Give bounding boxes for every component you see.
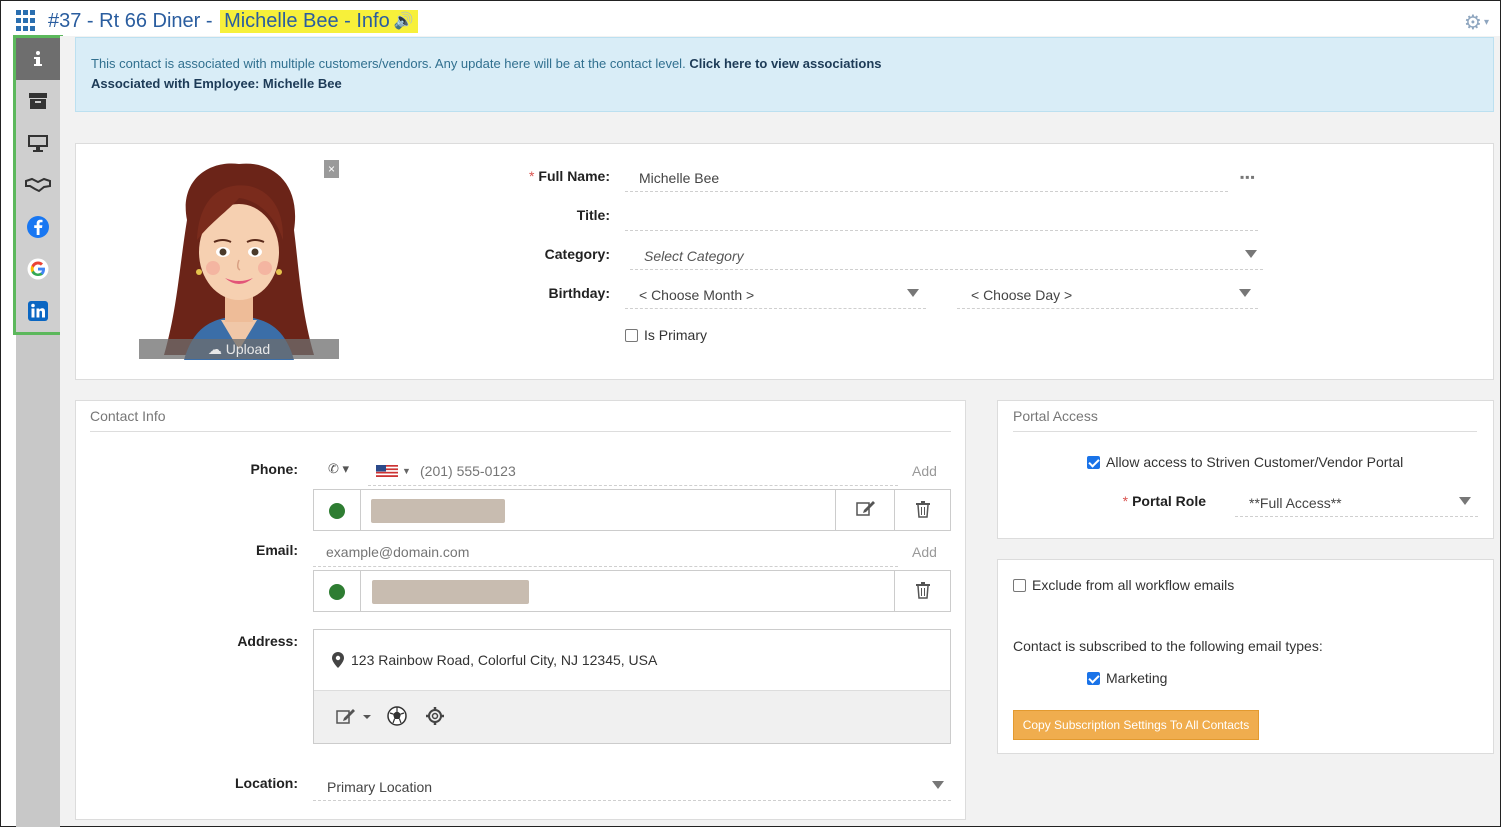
alert-text: This contact is associated with multiple… bbox=[91, 56, 686, 71]
location-dropdown-icon[interactable] bbox=[932, 781, 944, 789]
day-dropdown-icon[interactable] bbox=[1239, 289, 1251, 297]
portal-role-label: * Portal Role bbox=[1100, 493, 1206, 509]
phone-row-divider bbox=[835, 490, 836, 530]
marketing-checkbox[interactable] bbox=[1087, 672, 1100, 685]
rail-item-google[interactable] bbox=[16, 248, 60, 290]
title-field[interactable] bbox=[625, 207, 1258, 231]
exclude-workflow-checkbox[interactable] bbox=[1013, 579, 1026, 592]
full-name-label-text: Full Name: bbox=[538, 168, 610, 184]
facebook-icon bbox=[27, 216, 49, 238]
email-status-dot bbox=[329, 584, 345, 600]
category-select[interactable]: Select Category bbox=[630, 246, 1263, 270]
email-redacted-value bbox=[372, 580, 529, 604]
is-primary-checkbox[interactable] bbox=[625, 329, 638, 342]
category-label: Category: bbox=[544, 246, 610, 262]
handshake-icon bbox=[25, 177, 51, 193]
globe-icon[interactable] bbox=[387, 706, 407, 730]
phone-row-divider bbox=[360, 490, 361, 530]
email-row-divider bbox=[894, 571, 895, 611]
email-input[interactable] bbox=[326, 542, 886, 562]
address-label: Address: bbox=[237, 633, 298, 649]
allow-portal-checkbox[interactable] bbox=[1087, 456, 1100, 469]
add-email-button[interactable]: Add bbox=[912, 544, 937, 560]
edit-icon[interactable] bbox=[856, 499, 876, 521]
address-toolbar bbox=[314, 690, 950, 743]
view-associations-link[interactable]: Click here to view associations bbox=[689, 56, 881, 71]
cloud-upload-icon: ☁ bbox=[207, 341, 222, 357]
association-alert: This contact is associated with multiple… bbox=[75, 37, 1494, 112]
is-primary-label: Is Primary bbox=[644, 327, 707, 343]
portal-role-select[interactable]: **Full Access** bbox=[1235, 493, 1478, 517]
copy-subscription-button[interactable]: Copy Subscription Settings To All Contac… bbox=[1013, 710, 1259, 740]
rail-item-archive[interactable] bbox=[16, 80, 60, 122]
birthday-label: Birthday: bbox=[548, 285, 610, 301]
archive-icon bbox=[29, 93, 47, 109]
upload-label: Upload bbox=[225, 341, 271, 357]
left-icon-rail bbox=[13, 35, 63, 335]
settings-gear-icon[interactable]: ⚙ ▾ bbox=[1464, 10, 1489, 35]
edit-address-icon[interactable] bbox=[336, 707, 374, 729]
marketing-label: Marketing bbox=[1106, 670, 1168, 686]
country-caret-icon[interactable]: ▼ bbox=[402, 466, 411, 476]
location-label: Location: bbox=[235, 775, 298, 791]
birthday-day-select[interactable]: < Choose Day > bbox=[957, 285, 1258, 309]
title-label: Title: bbox=[576, 207, 610, 223]
associated-employee-text: Associated with Employee: Michelle Bee bbox=[91, 76, 342, 91]
avatar[interactable] bbox=[139, 160, 339, 360]
speaker-icon[interactable]: 🔊 bbox=[394, 11, 414, 31]
category-dropdown-icon[interactable] bbox=[1245, 250, 1257, 258]
birthday-month-select[interactable]: < Choose Month > bbox=[625, 285, 926, 309]
phone-row-divider bbox=[894, 490, 895, 530]
monitor-icon bbox=[28, 135, 48, 152]
phone-redacted-value bbox=[371, 499, 505, 523]
rail-item-monitor[interactable] bbox=[16, 122, 60, 164]
page-title: #37 - Rt 66 Diner - Michelle Bee - Info 🔊 bbox=[48, 9, 418, 33]
phone-type-icon[interactable]: ✆ ▾ bbox=[328, 461, 349, 477]
portal-access-divider bbox=[1013, 431, 1477, 432]
google-icon bbox=[27, 258, 49, 280]
contact-info-title: Contact Info bbox=[90, 408, 166, 424]
contact-info-divider bbox=[90, 431, 951, 432]
email-label: Email: bbox=[255, 542, 298, 558]
remove-photo-button[interactable]: × bbox=[324, 160, 339, 178]
phone-input[interactable] bbox=[420, 461, 890, 481]
add-phone-button[interactable]: Add bbox=[912, 463, 937, 479]
month-dropdown-icon[interactable] bbox=[907, 289, 919, 297]
rail-item-handshake[interactable] bbox=[16, 164, 60, 206]
phone-status-dot bbox=[329, 503, 345, 519]
upload-photo-button[interactable]: ☁ Upload bbox=[139, 339, 339, 359]
full-name-label: * Full Name: bbox=[520, 168, 610, 184]
rail-item-linkedin[interactable] bbox=[16, 290, 60, 332]
trash-icon[interactable] bbox=[915, 500, 931, 522]
gear-icon[interactable] bbox=[425, 706, 445, 730]
page-title-prefix: #37 - Rt 66 Diner - bbox=[48, 9, 219, 32]
trash-icon[interactable] bbox=[915, 581, 931, 603]
page-header: #37 - Rt 66 Diner - Michelle Bee - Info 🔊 bbox=[16, 6, 418, 36]
email-row-divider bbox=[360, 571, 361, 611]
portal-role-label-text: Portal Role bbox=[1132, 493, 1206, 509]
portal-access-title: Portal Access bbox=[1013, 408, 1098, 424]
subscribed-text: Contact is subscribed to the following e… bbox=[1013, 638, 1323, 654]
phone-label: Phone: bbox=[250, 461, 298, 477]
required-marker: * bbox=[528, 168, 535, 184]
address-value: 123 Rainbow Road, Colorful City, NJ 1234… bbox=[351, 652, 658, 668]
avatar-illustration bbox=[164, 163, 314, 360]
more-options-icon[interactable]: ▪▪▪ bbox=[1240, 170, 1256, 184]
full-name-field[interactable]: Michelle Bee bbox=[625, 168, 1228, 192]
location-select[interactable]: Primary Location bbox=[313, 777, 951, 801]
map-pin-icon bbox=[332, 652, 344, 671]
exclude-workflow-label: Exclude from all workflow emails bbox=[1032, 577, 1235, 593]
rail-item-facebook[interactable] bbox=[16, 206, 60, 248]
info-icon bbox=[34, 51, 42, 66]
allow-portal-label: Allow access to Striven Customer/Vendor … bbox=[1106, 454, 1404, 470]
required-marker: * bbox=[1122, 493, 1129, 509]
rail-item-info[interactable] bbox=[16, 38, 60, 80]
linkedin-icon bbox=[28, 301, 48, 321]
page-title-highlight: Michelle Bee - Info 🔊 bbox=[220, 9, 418, 33]
us-flag-icon[interactable] bbox=[376, 465, 398, 477]
portal-role-dropdown-icon[interactable] bbox=[1459, 497, 1471, 505]
apps-grid-icon[interactable] bbox=[16, 10, 38, 32]
page-title-highlight-text: Michelle Bee - Info bbox=[224, 9, 390, 32]
